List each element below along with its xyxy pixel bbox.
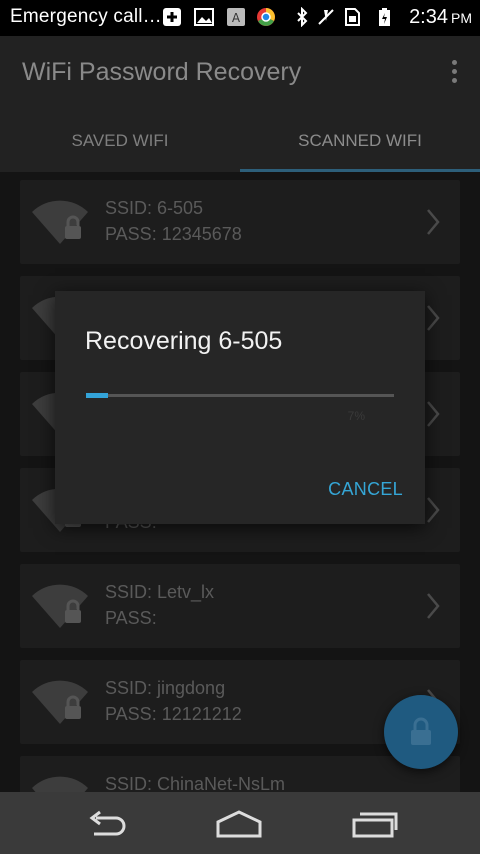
battery-icon [379, 8, 390, 26]
progress-bar [86, 393, 394, 398]
chevron-right-icon [427, 497, 440, 523]
recents-icon[interactable] [350, 808, 400, 840]
clock: 2:34 PM [409, 6, 472, 28]
chevron-right-icon [427, 593, 440, 619]
list-item[interactable]: SSID: Letv_lx PASS: [20, 564, 460, 648]
lock-icon [411, 717, 431, 745]
back-icon[interactable] [82, 808, 132, 840]
wifi-lock-icon [32, 584, 88, 628]
image-icon [194, 8, 214, 26]
progress-fill [86, 393, 108, 398]
ssid-text: SSID: ChinaNet-NsLm [105, 774, 286, 792]
wifi-lock-icon [32, 680, 88, 724]
tab-scanned-wifi[interactable]: SCANNED WIFI [240, 108, 480, 172]
sim-icon [345, 8, 360, 26]
wifi-lock-icon [32, 776, 88, 792]
recovery-dialog: Recovering 6-505 7% CANCEL [55, 291, 425, 524]
pass-text: PASS: 12121212 [105, 704, 242, 724]
home-icon[interactable] [214, 808, 264, 840]
bluetooth-icon [297, 7, 308, 27]
list-item[interactable]: SSID: 6-505 PASS: 12345678 [20, 180, 460, 264]
overflow-menu-icon[interactable] [452, 60, 458, 84]
progress-percent: 7% [347, 409, 365, 423]
app-bar: WiFi Password Recovery [0, 36, 480, 108]
wifi-lock-icon [32, 200, 88, 244]
chevron-right-icon [427, 209, 440, 235]
carrier-text: Emergency call… [10, 6, 162, 27]
chrome-icon [257, 8, 275, 26]
app-title: WiFi Password Recovery [22, 58, 302, 86]
pass-text: PASS: [105, 608, 157, 628]
cancel-button[interactable]: CANCEL [328, 479, 403, 500]
pass-text: PASS: 12345678 [105, 224, 242, 244]
ssid-text: SSID: Letv_lx [105, 582, 215, 602]
list-item[interactable]: SSID: ChinaNet-NsLm [20, 756, 460, 792]
ssid-text: SSID: 6-505 [105, 198, 204, 218]
add-box-icon [163, 8, 181, 26]
dialog-title: Recovering 6-505 [85, 327, 283, 355]
chevron-right-icon [427, 401, 440, 427]
tab-saved-wifi[interactable]: SAVED WIFI [0, 108, 240, 172]
status-bar: Emergency call… A 2:34 PM [0, 0, 480, 36]
system-nav-bar [0, 792, 480, 854]
chevron-right-icon [427, 305, 440, 331]
tab-bar: SAVED WIFI SCANNED WIFI [0, 108, 480, 172]
lock-fab-button[interactable] [384, 695, 458, 769]
ssid-text: SSID: jingdong [105, 678, 226, 698]
mute-icon [318, 9, 334, 25]
svg-text:A: A [232, 11, 241, 25]
a-box-icon: A [227, 8, 245, 26]
